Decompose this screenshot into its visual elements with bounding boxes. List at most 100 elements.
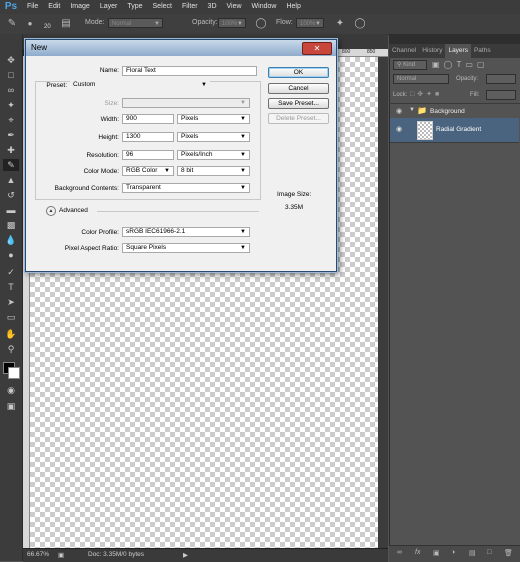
photoshop-logo: Ps bbox=[4, 1, 18, 12]
adjustment-icon[interactable]: ◑ bbox=[451, 549, 455, 556]
resolution-input[interactable]: 96 bbox=[122, 150, 174, 160]
save-preset-button[interactable]: Save Preset... bbox=[268, 98, 329, 109]
clone-stamp-tool-icon[interactable]: ▲ bbox=[3, 174, 19, 186]
eye-icon[interactable]: ◉ bbox=[396, 107, 402, 115]
flow-label: Flow: bbox=[276, 19, 293, 26]
mask-icon[interactable]: ▣ bbox=[433, 549, 440, 557]
menu-filter[interactable]: Filter bbox=[177, 0, 203, 14]
link-icon[interactable]: ∞ bbox=[397, 549, 402, 556]
expand-arrow-icon[interactable]: ▼ bbox=[409, 107, 415, 113]
brush-preset-picker[interactable]: ● bbox=[24, 18, 36, 30]
color-profile-select[interactable]: sRGB IEC61966-2.1 ▼ bbox=[122, 227, 250, 237]
trash-icon[interactable]: 🗑 bbox=[504, 549, 513, 557]
ok-button[interactable]: OK bbox=[268, 67, 329, 78]
eye-icon[interactable]: ◉ bbox=[396, 125, 402, 133]
panel-bottom-bar: ∞ fx ▣ ◑ ▤ □ 🗑 bbox=[389, 545, 520, 562]
width-unit-select[interactable]: Pixels ▼ bbox=[177, 114, 250, 124]
cancel-button[interactable]: Cancel bbox=[268, 83, 329, 94]
mode-select[interactable]: Normal ▼ bbox=[108, 18, 163, 28]
dodge-tool-icon[interactable]: ● bbox=[3, 249, 19, 261]
layer-radial-gradient[interactable]: ◉ Radial Gradient bbox=[390, 118, 519, 143]
advanced-label[interactable]: Advanced bbox=[59, 207, 88, 214]
blur-tool-icon[interactable]: 💧 bbox=[3, 234, 19, 246]
tab-paths[interactable]: Paths bbox=[471, 44, 494, 58]
height-unit-select[interactable]: Pixels ▼ bbox=[177, 132, 250, 142]
zoom-level[interactable]: 66.67% bbox=[27, 551, 49, 558]
width-input[interactable]: 900 bbox=[122, 114, 174, 124]
status-menu-arrow-icon[interactable]: ▶ bbox=[183, 551, 188, 559]
quick-mask-icon[interactable]: ◉ bbox=[3, 384, 19, 396]
marquee-tool-icon[interactable]: □ bbox=[3, 69, 19, 81]
quick-select-tool-icon[interactable]: ✦ bbox=[3, 99, 19, 111]
menu-help[interactable]: Help bbox=[281, 0, 305, 14]
height-input[interactable]: 1300 bbox=[122, 132, 174, 142]
brush-panel-icon[interactable]: ▤ bbox=[60, 18, 72, 30]
pixel-aspect-ratio-select[interactable]: Square Pixels ▼ bbox=[122, 243, 250, 253]
brush-tool-icon[interactable]: ✎ bbox=[6, 18, 18, 30]
tab-history[interactable]: History bbox=[419, 44, 445, 58]
pen-tool-icon[interactable]: ✓ bbox=[3, 266, 19, 278]
ruler-mark: 850 bbox=[367, 49, 376, 55]
airbrush-icon[interactable]: ✦ bbox=[334, 18, 346, 30]
opacity-input[interactable]: 100% ▼ bbox=[218, 18, 246, 28]
flow-input[interactable]: 100% ▼ bbox=[296, 18, 324, 28]
bit-depth-select[interactable]: 8 bit ▼ bbox=[177, 166, 250, 176]
layer-fill-input[interactable] bbox=[486, 90, 516, 100]
menu-window[interactable]: Window bbox=[247, 0, 282, 14]
status-bar: 66.67% ▣ Doc: 3.35M/0 bytes ▶ bbox=[23, 548, 388, 562]
close-button[interactable]: ✕ bbox=[302, 42, 332, 55]
menu-file[interactable]: File bbox=[22, 0, 43, 14]
color-mode-select[interactable]: RGB Color ▼ bbox=[122, 166, 174, 176]
history-brush-tool-icon[interactable]: ↺ bbox=[3, 189, 19, 201]
lock-label: Lock: bbox=[393, 92, 408, 98]
size-select: ▼ bbox=[122, 98, 250, 108]
lasso-tool-icon[interactable]: ∞ bbox=[3, 84, 19, 96]
menu-layer[interactable]: Layer bbox=[95, 0, 123, 14]
vertical-scrollbar[interactable] bbox=[378, 57, 388, 548]
eraser-tool-icon[interactable]: ▬ bbox=[3, 204, 19, 216]
advanced-divider bbox=[97, 211, 259, 212]
tab-channel[interactable]: Channel bbox=[389, 44, 419, 58]
lock-icons[interactable]: □✥✦■ bbox=[410, 90, 442, 98]
shape-tool-icon[interactable]: ▭ bbox=[3, 311, 19, 323]
preset-select[interactable]: Custom ▼ bbox=[70, 81, 210, 91]
zoom-tool-icon[interactable]: ⚲ bbox=[3, 343, 19, 355]
move-tool-icon[interactable]: ✥ bbox=[3, 54, 19, 66]
layer-opacity-input[interactable] bbox=[486, 74, 516, 84]
hand-tool-icon[interactable]: ✋ bbox=[3, 328, 19, 340]
dialog-title-bar[interactable]: New ✕ bbox=[26, 40, 336, 56]
healing-tool-icon[interactable]: ✚ bbox=[3, 144, 19, 156]
blend-mode-select[interactable]: Normal bbox=[393, 74, 449, 84]
gradient-tool-icon[interactable]: ▩ bbox=[3, 219, 19, 231]
advanced-toggle-icon[interactable]: ▲ bbox=[46, 206, 56, 216]
resolution-label: Resolution: bbox=[86, 152, 119, 159]
status-icon[interactable]: ▣ bbox=[58, 551, 64, 559]
pressure-opacity-icon[interactable]: ◯ bbox=[255, 18, 267, 30]
pressure-size-icon[interactable]: ◯ bbox=[354, 18, 366, 30]
background-contents-select[interactable]: Transparent ▼ bbox=[122, 183, 250, 193]
eyedropper-tool-icon[interactable]: ✒ bbox=[3, 129, 19, 141]
brush-tool-icon[interactable]: ✎ bbox=[3, 159, 19, 171]
resolution-unit-select[interactable]: Pixels/Inch ▼ bbox=[177, 150, 250, 160]
folder-icon[interactable]: ▤ bbox=[469, 549, 476, 557]
path-select-tool-icon[interactable]: ➤ bbox=[3, 296, 19, 308]
layer-kind-filter[interactable]: ⚲ Kind bbox=[393, 60, 427, 70]
menu-image[interactable]: Image bbox=[65, 0, 94, 14]
tab-layers[interactable]: Layers bbox=[445, 44, 471, 58]
layer-name: Radial Gradient bbox=[436, 126, 482, 133]
screen-mode-icon[interactable]: ▣ bbox=[3, 400, 19, 412]
layer-group-background[interactable]: ◉ ▼ 📁 Background bbox=[390, 105, 519, 119]
menu-view[interactable]: View bbox=[222, 0, 247, 14]
new-layer-icon[interactable]: □ bbox=[487, 549, 491, 556]
menu-select[interactable]: Select bbox=[148, 0, 177, 14]
name-input[interactable]: Floral Text bbox=[122, 66, 257, 76]
background-color-swatch[interactable] bbox=[8, 367, 20, 379]
menu-type[interactable]: Type bbox=[122, 0, 147, 14]
menu-3d[interactable]: 3D bbox=[203, 0, 222, 14]
fx-icon[interactable]: fx bbox=[415, 549, 420, 556]
filter-icons[interactable]: ▣◯T▭▢ bbox=[432, 60, 489, 69]
type-tool-icon[interactable]: T bbox=[3, 281, 19, 293]
crop-tool-icon[interactable]: ⌖ bbox=[3, 114, 19, 126]
menu-edit[interactable]: Edit bbox=[43, 0, 65, 14]
background-contents-label: Background Contents: bbox=[54, 185, 119, 192]
